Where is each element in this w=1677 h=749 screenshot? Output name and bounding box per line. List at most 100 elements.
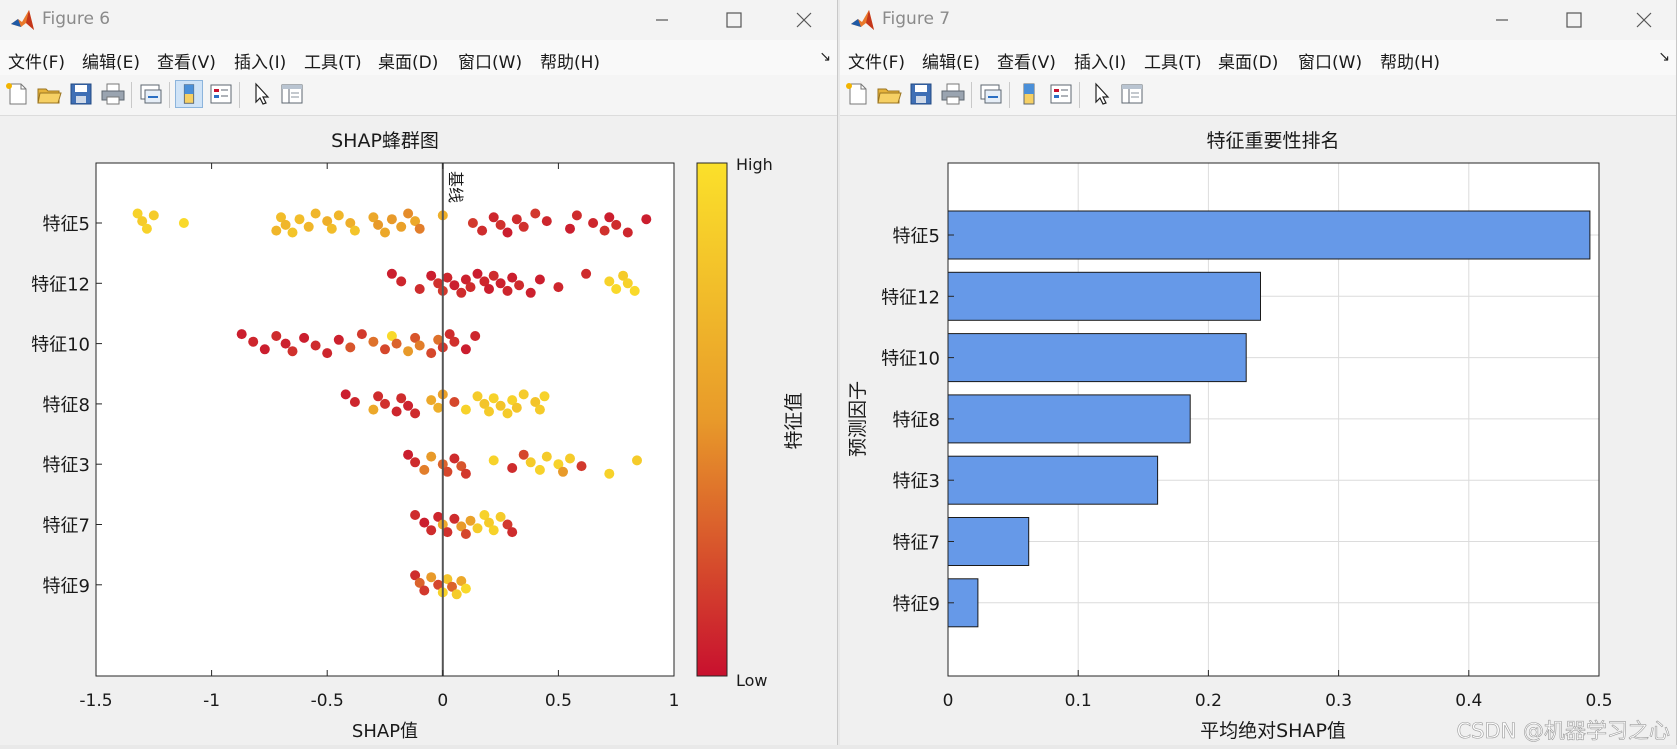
menu-window[interactable]: 窗口(W): [1298, 48, 1362, 73]
save-icon[interactable]: [907, 80, 935, 108]
property-inspector-icon[interactable]: [278, 80, 306, 108]
shap-point: [386, 214, 397, 225]
importance-bar: [947, 517, 1030, 566]
menu-overflow-icon[interactable]: ↘: [819, 49, 831, 65]
shap-point: [368, 336, 379, 347]
toolbar-separator: [971, 82, 972, 108]
shap-point: [588, 218, 599, 228]
y-tick-label: 特征10: [31, 335, 90, 356]
shap-point: [460, 344, 471, 355]
shap-point: [488, 525, 499, 536]
x-tick-label: 0.5: [1585, 691, 1612, 711]
shap-point: [622, 278, 633, 289]
shap-point: [460, 468, 471, 479]
x-tick-label: -0.5: [311, 691, 344, 711]
close-icon[interactable]: [782, 6, 826, 34]
shap-point: [472, 268, 483, 279]
shap-point: [565, 453, 575, 464]
shap-point: [280, 338, 291, 349]
menu-overflow-icon[interactable]: ↘: [1658, 49, 1670, 65]
menu-bar: 文件(F) 编辑(E) 查看(V) 插入(I) 工具(T) 桌面(D) 窗口(W…: [840, 40, 1676, 75]
open-file-icon[interactable]: [875, 80, 903, 108]
shap-point: [356, 329, 367, 340]
y-tick-label: 特征9: [893, 594, 940, 615]
menu-view[interactable]: 查看(V): [997, 48, 1056, 73]
shap-point: [426, 525, 437, 536]
beeswarm-x-label: SHAP值: [352, 721, 418, 742]
shap-point: [470, 331, 481, 341]
maximize-icon[interactable]: [712, 6, 756, 34]
shap-point: [380, 344, 390, 355]
save-icon[interactable]: [67, 80, 95, 108]
shap-point: [576, 461, 587, 472]
x-tick-label: -1.5: [79, 691, 112, 711]
y-tick-label: 特征9: [43, 576, 90, 597]
y-tick-label: 特征8: [43, 395, 90, 416]
shap-point: [449, 453, 460, 464]
shap-point: [495, 511, 506, 522]
legend-toggle-icon[interactable]: [1047, 80, 1075, 108]
menu-file[interactable]: 文件(F): [848, 48, 905, 73]
menu-edit[interactable]: 编辑(E): [922, 48, 980, 73]
colorbar-toggle-icon[interactable]: [1015, 80, 1043, 108]
minimize-icon[interactable]: [1480, 6, 1524, 34]
shap-point: [534, 274, 545, 285]
shap-point: [541, 451, 552, 462]
y-tick-label: 特征12: [881, 287, 940, 308]
menu-bar: 文件(F) 编辑(E) 查看(V) 插入(I) 工具(T) 桌面(D) 窗口(W…: [0, 40, 837, 75]
open-file-icon[interactable]: [35, 80, 63, 108]
maximize-icon[interactable]: [1552, 6, 1596, 34]
beeswarm-y-ticks: 特征5 特征12 特征10 特征8 特征3 特征7 特征9: [31, 214, 102, 597]
menu-insert[interactable]: 插入(I): [234, 48, 286, 73]
shap-point: [604, 276, 615, 287]
shap-point: [632, 455, 642, 466]
menu-window[interactable]: 窗口(W): [458, 48, 522, 73]
new-figure-icon[interactable]: [3, 80, 31, 108]
importance-y-ticks: 特征5 特征12 特征10 特征8 特征3 特征7 特征9: [881, 226, 954, 615]
menu-desktop[interactable]: 桌面(D): [378, 48, 438, 73]
shap-point: [611, 219, 622, 230]
shap-point: [541, 216, 552, 227]
link-plot-icon[interactable]: [977, 80, 1005, 108]
minimize-icon[interactable]: [640, 6, 684, 34]
property-inspector-icon[interactable]: [1118, 80, 1146, 108]
menu-help[interactable]: 帮助(H): [540, 48, 600, 73]
shap-point: [465, 515, 476, 526]
colorbar-toggle-icon[interactable]: [175, 80, 203, 108]
shap-point: [460, 404, 471, 415]
menu-file[interactable]: 文件(F): [8, 48, 65, 73]
menu-tools[interactable]: 工具(T): [1144, 48, 1202, 73]
shap-point: [507, 463, 518, 473]
shap-point: [518, 389, 529, 400]
legend-toggle-icon[interactable]: [207, 80, 235, 108]
shap-point: [507, 527, 518, 538]
edit-plot-pointer-icon[interactable]: [1087, 80, 1115, 108]
menu-view[interactable]: 查看(V): [157, 48, 216, 73]
shap-point: [333, 334, 344, 345]
shap-point: [178, 218, 189, 228]
edit-plot-pointer-icon[interactable]: [247, 80, 275, 108]
menu-insert[interactable]: 插入(I): [1074, 48, 1126, 73]
shap-point: [449, 280, 460, 291]
figure-toolbar: [840, 75, 1676, 116]
shap-point: [426, 395, 437, 406]
shap-point: [488, 393, 499, 404]
link-plot-icon[interactable]: [137, 80, 165, 108]
shap-point: [502, 227, 513, 238]
menu-tools[interactable]: 工具(T): [304, 48, 362, 73]
title-bar[interactable]: Figure 6: [0, 0, 837, 40]
menu-help[interactable]: 帮助(H): [1380, 48, 1440, 73]
shap-point: [141, 223, 152, 234]
title-bar[interactable]: Figure 7: [840, 0, 1676, 40]
print-icon[interactable]: [99, 80, 127, 108]
menu-desktop[interactable]: 桌面(D): [1218, 48, 1278, 73]
print-icon[interactable]: [939, 80, 967, 108]
close-icon[interactable]: [1622, 6, 1666, 34]
shap-point: [539, 391, 550, 402]
shap-point: [460, 529, 471, 539]
menu-edit[interactable]: 编辑(E): [82, 48, 140, 73]
shap-point: [472, 523, 483, 534]
new-figure-icon[interactable]: [843, 80, 871, 108]
shap-point: [488, 212, 499, 223]
shap-point: [368, 404, 379, 415]
